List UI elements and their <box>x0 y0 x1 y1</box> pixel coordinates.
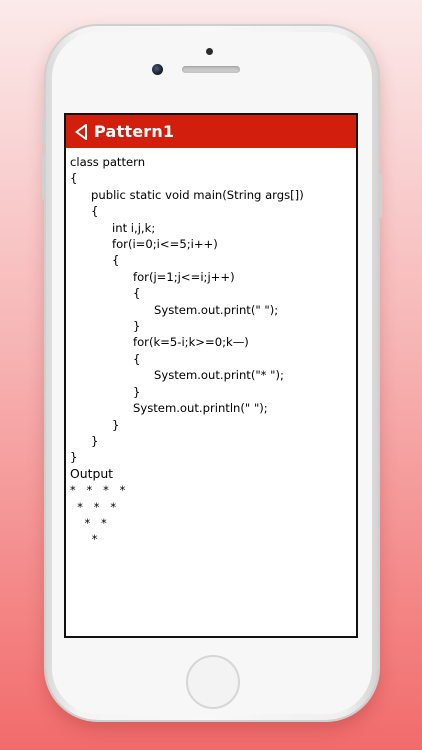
code-line: } <box>70 450 78 465</box>
front-camera-icon <box>152 64 163 75</box>
code-line: } <box>133 384 141 399</box>
code-block: class pattern { public static void main(St… <box>70 154 356 466</box>
output-line: * * <box>70 515 107 530</box>
back-arrow-icon[interactable] <box>72 122 89 142</box>
code-line: } <box>91 433 99 448</box>
code-line: { <box>70 171 78 186</box>
output-line: * <box>70 532 98 547</box>
code-line: } <box>112 417 120 432</box>
page-title: Pattern1 <box>94 122 175 141</box>
power-button <box>378 174 382 218</box>
app-bar: Pattern1 <box>66 115 356 148</box>
code-line: for(j=1;j<=i;j++) <box>133 269 235 284</box>
volume-down-button <box>42 154 46 200</box>
code-line: for(i=0;i<=5;i++) <box>112 237 218 252</box>
code-line: { <box>91 204 99 219</box>
code-line: class pattern <box>70 155 146 169</box>
code-line: for(k=5-i;k>=0;k—) <box>133 335 249 350</box>
code-line: System.out.print("* "); <box>154 368 284 383</box>
code-line: { <box>133 351 141 366</box>
code-line: } <box>133 319 141 334</box>
home-button[interactable] <box>186 655 240 709</box>
program-content: class pattern { public static void main(St… <box>66 148 356 548</box>
app-screen: Pattern1 class pattern { public static voi… <box>64 113 358 638</box>
output-block: * * * * * * * * * * <box>70 482 356 548</box>
output-line: * * * * <box>70 483 126 498</box>
output-line: * * * <box>70 499 117 514</box>
proximity-sensor <box>206 48 213 55</box>
chevron-left-icon <box>75 123 87 140</box>
code-line: { <box>133 286 141 301</box>
code-line: System.out.print(" "); <box>154 302 279 317</box>
code-line: public static void main(String args[]) <box>91 187 304 202</box>
earpiece-speaker <box>182 66 240 73</box>
code-line: System.out.println(" "); <box>133 401 268 416</box>
code-line: int i,j,k; <box>112 220 156 235</box>
volume-up-button <box>42 118 46 144</box>
code-line: { <box>112 253 120 268</box>
output-label: Output <box>70 465 114 481</box>
